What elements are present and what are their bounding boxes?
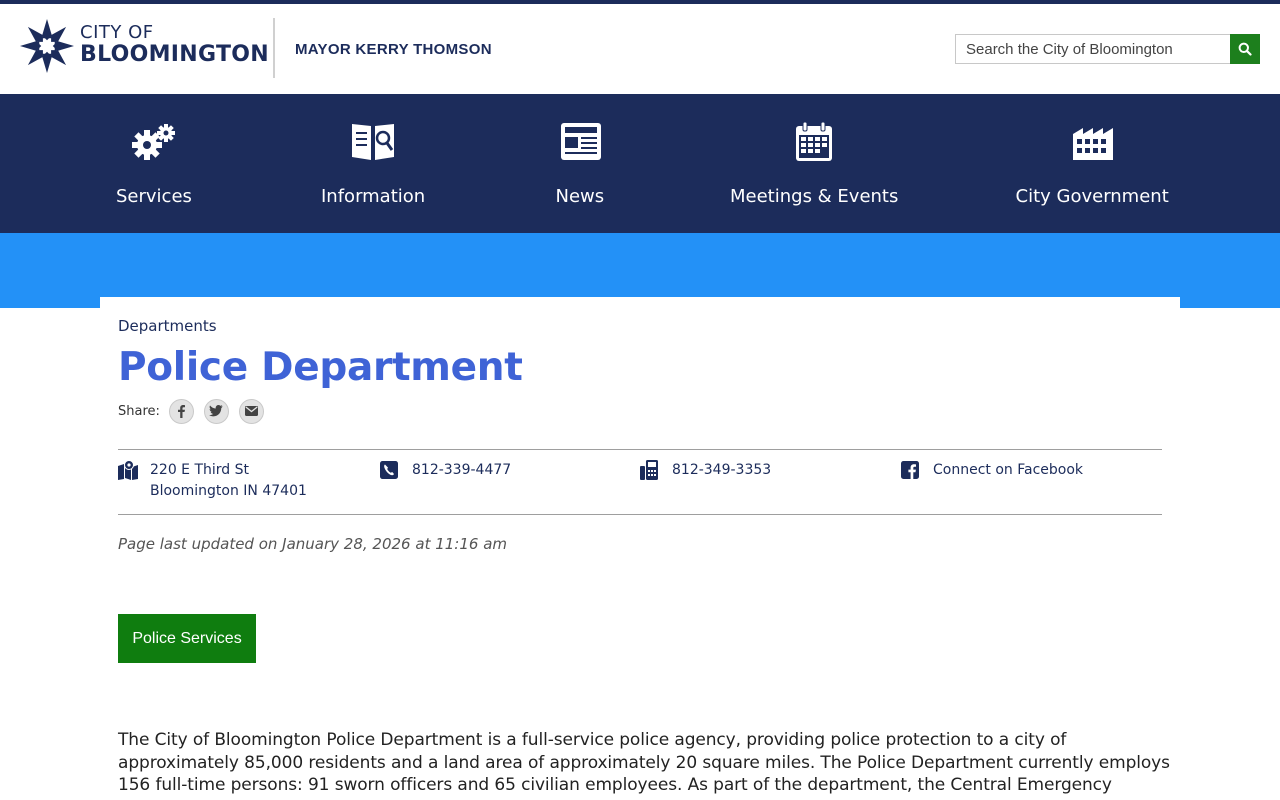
nav-label-meetings-events: Meetings & Events [730,186,899,207]
share-facebook-button[interactable] [168,398,194,424]
contact-address: 220 E Third St Bloomington IN 47401 [118,460,307,502]
newspaper-icon [561,123,601,160]
page-title: Police Department [118,345,523,390]
search-button[interactable] [1230,34,1260,64]
mayor-link[interactable]: MAYOR KERRY THOMSON [295,41,492,58]
nav-item-services[interactable]: Services [104,94,204,233]
nav-label-services: Services [116,186,192,207]
nav-item-news[interactable]: News [530,94,630,233]
site-search [955,34,1260,64]
address-line1: 220 E Third St [150,462,250,478]
main-nav: Services Information News Meetings & Eve… [0,94,1280,233]
facebook-link-text: Connect on Facebook [933,462,1084,478]
fax-number: 812-349-3353 [672,462,772,478]
header-divider [273,18,275,78]
calendar-icon [796,121,832,161]
facebook-icon [178,405,186,418]
city-logo[interactable]: CITY OF BLOOMINGTON [20,18,269,78]
nav-label-news: News [555,186,605,207]
contact-facebook[interactable]: Connect on Facebook [901,460,1083,481]
share-bar: Share: [118,398,274,424]
contact-divider-top [118,449,1162,450]
contact-phone[interactable]: 812-339-4477 [380,460,511,481]
building-icon [1073,128,1113,160]
search-input[interactable] [955,34,1231,64]
address-text: 220 E Third St Bloomington IN 47401 [150,460,307,502]
phone-icon [380,461,398,479]
logo-text: CITY OF BLOOMINGTON [80,24,269,66]
facebook-square-icon [901,461,919,479]
bloomington-star-logo-icon [20,19,74,73]
police-services-button[interactable]: Police Services [118,614,256,663]
twitter-icon [209,405,224,417]
nav-item-information[interactable]: Information [321,94,426,233]
phone-number: 812-339-4477 [412,462,512,478]
logo-line1: CITY OF [80,22,154,43]
contact-fax[interactable]: 812-349-3353 [640,460,771,481]
fax-icon [640,460,658,480]
site-header: CITY OF BLOOMINGTON MAYOR KERRY THOMSON [0,4,1280,94]
breadcrumb[interactable]: Departments [118,317,217,335]
last-updated: Page last updated on January 28, 2026 at… [118,535,508,553]
share-label: Share: [118,403,160,419]
nav-item-meetings-events[interactable]: Meetings & Events [730,94,898,233]
map-icon [118,460,138,480]
address-line2: Bloomington IN 47401 [150,483,307,499]
gears-icon [132,124,175,160]
book-search-icon [352,124,394,160]
email-icon [244,406,258,416]
department-description: The City of Bloomington Police Departmen… [118,730,1170,800]
share-email-button[interactable] [238,398,264,424]
share-twitter-button[interactable] [203,398,229,424]
search-icon [1238,42,1252,56]
nav-item-city-government[interactable]: City Government [1016,94,1169,233]
contact-divider-bottom [118,514,1162,515]
logo-line2: BLOOMINGTON [80,42,269,67]
nav-label-information: Information [321,186,426,207]
nav-label-city-government: City Government [1015,186,1169,207]
